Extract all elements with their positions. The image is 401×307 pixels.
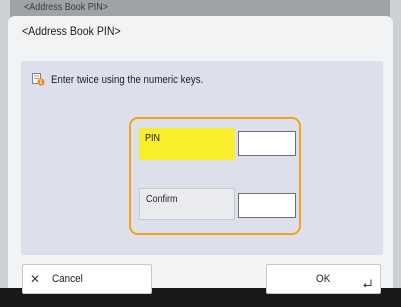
ok-button[interactable]: OK xyxy=(266,264,381,294)
confirm-label: Confirm xyxy=(146,194,178,205)
pin-input[interactable] xyxy=(238,131,296,156)
close-icon: ✕ xyxy=(30,272,41,286)
info-icon xyxy=(32,73,45,86)
confirm-input[interactable] xyxy=(238,193,296,218)
cancel-label: Cancel xyxy=(52,273,83,285)
confirm-field-button[interactable]: Confirm xyxy=(139,188,235,220)
background-window-title: <Address Book PIN> xyxy=(24,2,109,13)
enter-icon xyxy=(363,279,372,287)
instruction: Enter twice using the numeric keys. xyxy=(32,73,224,86)
pin-entry-group: PIN Confirm xyxy=(129,117,301,235)
pin-label: PIN xyxy=(145,133,161,144)
content-panel: Enter twice using the numeric keys. PIN … xyxy=(21,61,383,255)
instruction-text: Enter twice using the numeric keys. xyxy=(51,73,204,86)
pin-field-button[interactable]: PIN xyxy=(139,128,235,160)
cancel-button[interactable]: ✕ Cancel xyxy=(22,264,152,294)
pin-dialog: <Address Book PIN> Enter twice using the… xyxy=(8,16,393,294)
ok-label: OK xyxy=(316,273,331,285)
dialog-title: <Address Book PIN> xyxy=(22,24,121,38)
